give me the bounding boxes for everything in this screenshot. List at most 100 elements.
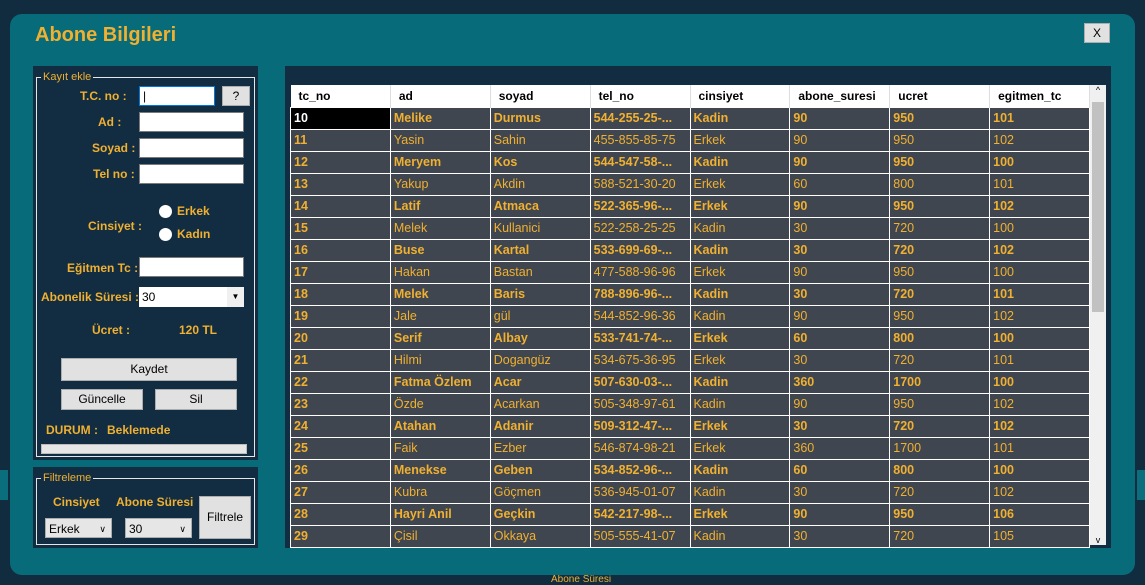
table-row[interactable]: 12 Meryem Kos 544-547-58-... Kadin 90 950 100: [290, 150, 1090, 174]
cell-soyad[interactable]: Baris: [489, 282, 591, 306]
cell-ucret[interactable]: 720: [889, 282, 991, 306]
egitmen-input[interactable]: [139, 257, 244, 277]
cell-cinsiyet[interactable]: Erkek: [689, 194, 791, 218]
cell-ad[interactable]: Melike: [389, 106, 491, 130]
cell-soyad[interactable]: Geben: [489, 458, 591, 482]
table-row[interactable]: 29 Çisil Okkaya 505-555-41-07 Kadin 30 720 105: [290, 524, 1090, 548]
sil-button[interactable]: Sil: [155, 389, 237, 410]
cell-tc_no[interactable]: 27: [290, 480, 391, 504]
filtre-sure-select[interactable]: 30 ∨: [125, 518, 192, 538]
column-header-soyad[interactable]: soyad: [490, 85, 591, 107]
filtre-cinsiyet-select[interactable]: Erkek ∨: [45, 518, 112, 538]
table-row[interactable]: 18 Melek Baris 788-896-96-... Kadin 30 720 101: [290, 282, 1090, 306]
scroll-thumb[interactable]: [1092, 102, 1104, 312]
tel-input[interactable]: [139, 164, 244, 184]
cell-tc_no[interactable]: 25: [290, 436, 391, 460]
cell-soyad[interactable]: Sahin: [489, 128, 591, 152]
cell-tel_no[interactable]: 544-255-25-...: [589, 106, 691, 130]
cell-egitmen_tc[interactable]: 102: [989, 128, 1090, 152]
cell-tel_no[interactable]: 505-348-97-61: [589, 392, 691, 416]
cell-tc_no[interactable]: 22: [290, 370, 391, 394]
cell-egitmen_tc[interactable]: 100: [989, 326, 1090, 350]
cell-abone_suresi[interactable]: 90: [789, 150, 891, 174]
scroll-down-icon[interactable]: v: [1090, 535, 1106, 545]
column-header-abone_suresi[interactable]: abone_suresi: [789, 85, 891, 107]
help-button[interactable]: ?: [222, 86, 250, 106]
cell-ad[interactable]: Atahan: [389, 414, 491, 438]
table-row[interactable]: 11 Yasin Sahin 455-855-85-75 Erkek 90 950 102: [290, 128, 1090, 152]
cell-tel_no[interactable]: 544-852-96-36: [589, 304, 691, 328]
cell-tc_no[interactable]: 28: [290, 502, 391, 526]
cell-ad[interactable]: Faik: [389, 436, 491, 460]
cell-tc_no[interactable]: 19: [290, 304, 391, 328]
cell-soyad[interactable]: Acar: [489, 370, 591, 394]
cell-abone_suresi[interactable]: 360: [789, 436, 891, 460]
cell-ucret[interactable]: 950: [889, 194, 991, 218]
cell-soyad[interactable]: Bastan: [489, 260, 591, 284]
cell-ad[interactable]: Yasin: [389, 128, 491, 152]
cell-tel_no[interactable]: 505-555-41-07: [589, 524, 691, 548]
cell-tel_no[interactable]: 534-852-96-...: [589, 458, 691, 482]
cell-ucret[interactable]: 800: [889, 458, 991, 482]
cell-abone_suresi[interactable]: 90: [789, 260, 891, 284]
cell-cinsiyet[interactable]: Kadin: [689, 524, 791, 548]
cell-ad[interactable]: Hakan: [389, 260, 491, 284]
cell-soyad[interactable]: Ezber: [489, 436, 591, 460]
cell-ad[interactable]: Melek: [389, 216, 491, 240]
cell-ad[interactable]: Hilmi: [389, 348, 491, 372]
cell-abone_suresi[interactable]: 30: [789, 524, 891, 548]
table-row[interactable]: 28 Hayri Anil Geçkin 542-217-98-... Erkek 90 9…: [290, 502, 1090, 526]
cell-tel_no[interactable]: 533-699-69-...: [589, 238, 691, 262]
cell-abone_suresi[interactable]: 360: [789, 370, 891, 394]
column-header-ucret[interactable]: ucret: [889, 85, 991, 107]
cell-soyad[interactable]: Kullanici: [489, 216, 591, 240]
cell-ucret[interactable]: 720: [889, 348, 991, 372]
cell-egitmen_tc[interactable]: 106: [989, 502, 1090, 526]
cell-egitmen_tc[interactable]: 101: [989, 172, 1090, 196]
cell-cinsiyet[interactable]: Erkek: [689, 260, 791, 284]
cell-ad[interactable]: Kubra: [389, 480, 491, 504]
cell-cinsiyet[interactable]: Kadin: [689, 370, 791, 394]
cell-ucret[interactable]: 720: [889, 414, 991, 438]
cell-ad[interactable]: Yakup: [389, 172, 491, 196]
cell-tel_no[interactable]: 534-675-36-95: [589, 348, 691, 372]
table-row[interactable]: 24 Atahan Adanir 509-312-47-... Erkek 30 720 10…: [290, 414, 1090, 438]
filtrele-button[interactable]: Filtrele: [199, 496, 251, 539]
cell-cinsiyet[interactable]: Erkek: [689, 128, 791, 152]
vertical-scrollbar[interactable]: ^ v: [1090, 85, 1106, 545]
cell-ucret[interactable]: 1700: [889, 436, 991, 460]
cell-tc_no[interactable]: 20: [290, 326, 391, 350]
cell-cinsiyet[interactable]: Erkek: [689, 348, 791, 372]
table-row[interactable]: 17 Hakan Bastan 477-588-96-96 Erkek 90 950 100: [290, 260, 1090, 284]
cell-egitmen_tc[interactable]: 100: [989, 260, 1090, 284]
cell-ad[interactable]: Jale: [389, 304, 491, 328]
cell-tel_no[interactable]: 522-365-96-...: [589, 194, 691, 218]
table-row[interactable]: 20 Serif Albay 533-741-74-... Erkek 60 800 100: [290, 326, 1090, 350]
cell-soyad[interactable]: gül: [489, 304, 591, 328]
table-row[interactable]: 10 Melike Durmus 544-255-25-... Kadin 90 950 10…: [290, 106, 1090, 130]
table-row[interactable]: 26 Menekse Geben 534-852-96-... Kadin 60 800 10…: [290, 458, 1090, 482]
cell-abone_suresi[interactable]: 60: [789, 326, 891, 350]
cell-ad[interactable]: Menekse: [389, 458, 491, 482]
cell-abone_suresi[interactable]: 30: [789, 282, 891, 306]
cell-ad[interactable]: Özde: [389, 392, 491, 416]
cell-soyad[interactable]: Okkaya: [489, 524, 591, 548]
cell-abone_suresi[interactable]: 90: [789, 392, 891, 416]
cell-egitmen_tc[interactable]: 100: [989, 458, 1090, 482]
table-row[interactable]: 27 Kubra Göçmen 536-945-01-07 Kadin 30 720 102: [290, 480, 1090, 504]
cell-soyad[interactable]: Göçmen: [489, 480, 591, 504]
cell-tel_no[interactable]: 544-547-58-...: [589, 150, 691, 174]
cell-cinsiyet[interactable]: Erkek: [689, 414, 791, 438]
cell-ad[interactable]: Buse: [389, 238, 491, 262]
table-row[interactable]: 13 Yakup Akdin 588-521-30-20 Erkek 60 800 101: [290, 172, 1090, 196]
cell-egitmen_tc[interactable]: 102: [989, 304, 1090, 328]
cell-egitmen_tc[interactable]: 100: [989, 150, 1090, 174]
table-row[interactable]: 14 Latif Atmaca 522-365-96-... Erkek 90 950 102: [290, 194, 1090, 218]
cell-cinsiyet[interactable]: Erkek: [689, 326, 791, 350]
table-row[interactable]: 23 Özde Acarkan 505-348-97-61 Kadin 90 950 102: [290, 392, 1090, 416]
cell-ucret[interactable]: 950: [889, 150, 991, 174]
cell-abone_suresi[interactable]: 90: [789, 502, 891, 526]
cell-cinsiyet[interactable]: Kadin: [689, 392, 791, 416]
kaydet-button[interactable]: Kaydet: [61, 358, 237, 381]
cell-tel_no[interactable]: 536-945-01-07: [589, 480, 691, 504]
